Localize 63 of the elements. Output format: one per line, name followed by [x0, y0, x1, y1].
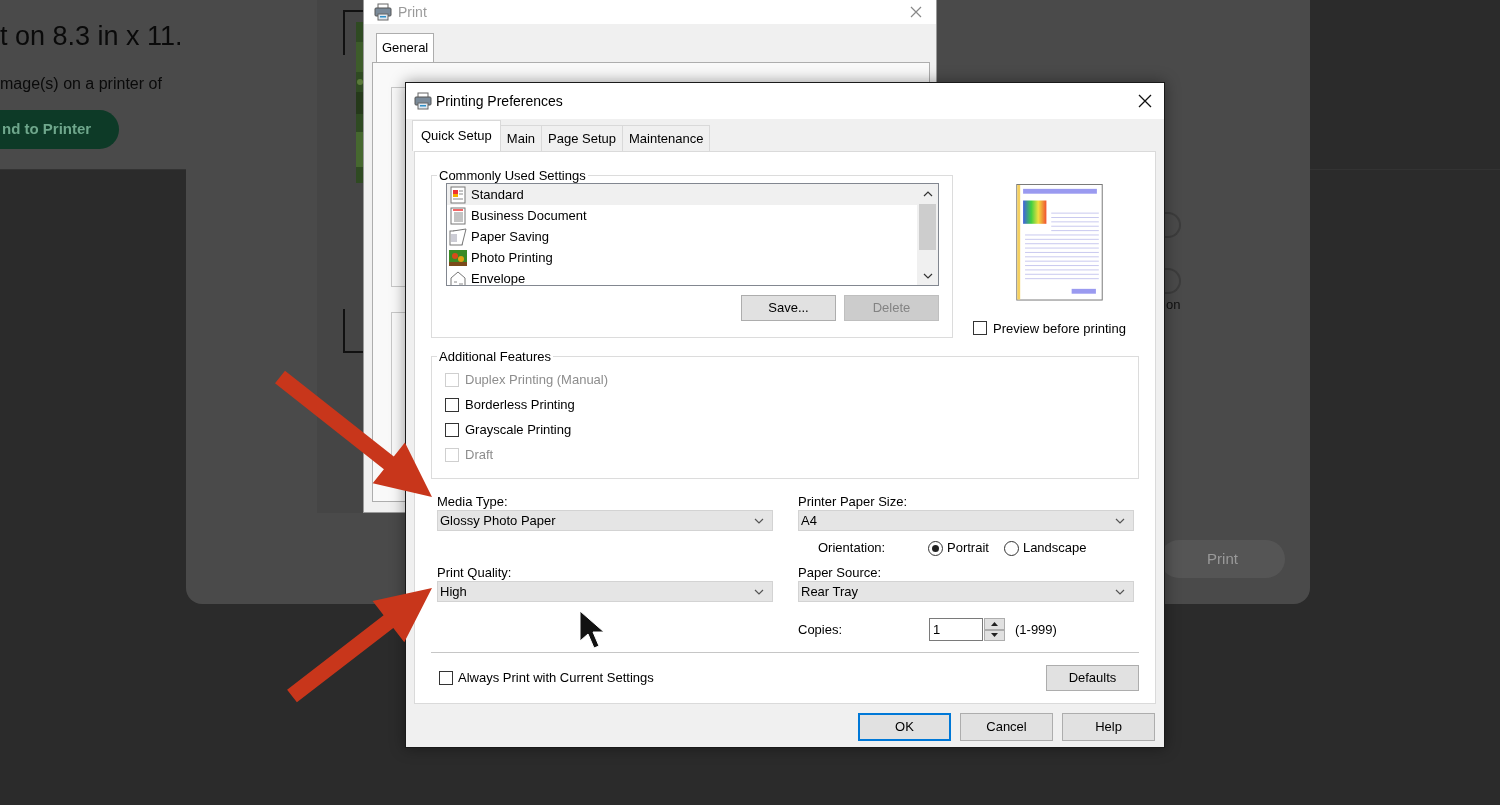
checkbox-label: Duplex Printing (Manual): [465, 371, 609, 390]
paper-source-dropdown[interactable]: Rear Tray: [798, 581, 1134, 602]
radio-button[interactable]: [928, 540, 943, 556]
radio-label: Portrait: [947, 539, 989, 558]
chevron-icon: [1115, 517, 1125, 524]
document-icon: [449, 206, 467, 225]
radio-button[interactable]: [1003, 540, 1019, 556]
saving-icon: [449, 227, 467, 246]
list-item[interactable]: Standard: [447, 184, 917, 205]
cursor-icon: [579, 610, 605, 649]
checkbox-label: Always Print with Current Settings: [458, 669, 654, 688]
scrollbar-thumb[interactable]: [919, 204, 936, 250]
checkbox[interactable]: [439, 671, 453, 685]
checkbox-label: Borderless Printing: [465, 396, 575, 415]
radio-label: Landscape: [1022, 539, 1087, 558]
media-type-dropdown[interactable]: Glossy Photo Paper: [437, 510, 773, 531]
copies-field[interactable]: 1: [929, 618, 983, 641]
send-to-printer-button[interactable]: nd to Printer: [0, 110, 120, 149]
list-item[interactable]: Paper Saving: [447, 226, 917, 247]
tab[interactable]: General: [376, 33, 435, 62]
checkbox-label: Grayscale Printing: [465, 421, 572, 440]
field-label: Copies:: [798, 620, 844, 639]
list-item[interactable]: Envelope: [447, 268, 917, 285]
field-label: Orientation:: [818, 539, 887, 558]
button[interactable]: Cancel: [960, 713, 1053, 741]
printer-icon: [374, 3, 392, 21]
checkbox-label: Draft: [465, 446, 494, 465]
field-label: Print Quality:: [437, 564, 513, 581]
button[interactable]: Save...: [741, 295, 836, 321]
checkbox[interactable]: [445, 398, 459, 412]
photo-icon: [449, 248, 467, 267]
checkbox[interactable]: [973, 321, 987, 336]
group-title: Commonly Used Settings: [438, 169, 587, 182]
field-label: Printer Paper Size:: [798, 493, 909, 510]
tab[interactable]: Quick Setup: [412, 119, 501, 151]
button[interactable]: OK: [858, 713, 951, 741]
printer-icon: [414, 92, 432, 110]
spin-up-button[interactable]: [984, 618, 1005, 630]
page-subtitle: mage(s) on a printer of: [0, 74, 162, 94]
list-item[interactable]: Photo Printing: [447, 247, 917, 268]
scroll-down-icon: [922, 272, 933, 280]
chevron-icon: [754, 588, 764, 595]
close-icon[interactable]: [1138, 94, 1152, 108]
group-title: Additional Features: [438, 350, 552, 363]
field-label: Media Type:: [437, 493, 509, 510]
field-label: Paper Source:: [798, 564, 883, 581]
tab[interactable]: Maintenance: [621, 124, 711, 151]
scroll-up-icon: [922, 190, 933, 198]
chevron-icon: [1115, 588, 1125, 595]
print-quality-dropdown[interactable]: High: [437, 581, 773, 602]
range-hint: (1-999): [1015, 620, 1057, 639]
list-item[interactable]: Business Document: [447, 205, 917, 226]
chevron-icon: [754, 517, 764, 524]
defaults-button[interactable]: Defaults: [1046, 665, 1139, 691]
close-icon: [910, 6, 922, 18]
checkbox-label: Preview before printing: [993, 319, 1126, 338]
window-title: Printing Preferences: [436, 91, 563, 111]
button[interactable]: Help: [1062, 713, 1155, 741]
page-heading: t on 8.3 in x 11.: [0, 22, 183, 52]
paper-size-dropdown[interactable]: A4: [798, 510, 1134, 531]
window-title: Print: [398, 2, 427, 22]
standard-icon: [449, 185, 467, 204]
checkbox[interactable]: [445, 423, 459, 437]
